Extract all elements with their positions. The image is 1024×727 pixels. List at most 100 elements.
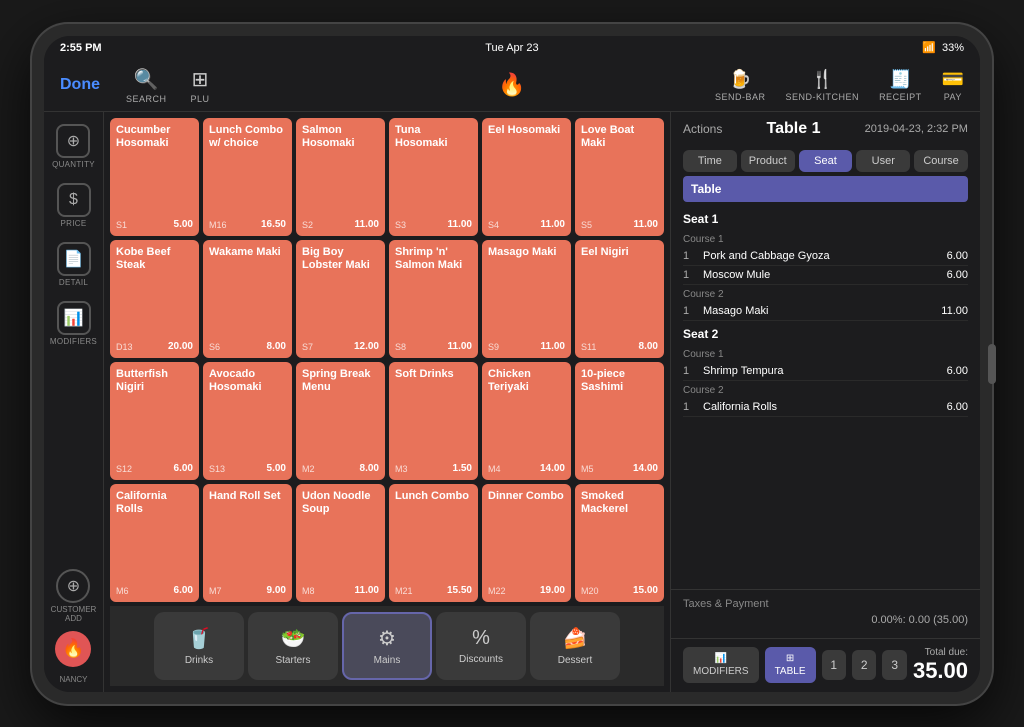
status-icons: 📶 33% xyxy=(922,41,964,54)
menu-item[interactable]: Love Boat Maki S5 11.00 xyxy=(575,118,664,236)
menu-item-sku: S2 xyxy=(302,220,313,230)
menu-item[interactable]: Soft Drinks M3 1.50 xyxy=(389,362,478,480)
category-label: Drinks xyxy=(185,655,213,666)
nancy-avatar[interactable]: 🔥 xyxy=(55,631,91,667)
price-button[interactable]: $ PRICE xyxy=(53,179,95,232)
menu-item[interactable]: Wakame Maki S6 8.00 xyxy=(203,240,292,358)
brand-logo: 🔥 xyxy=(498,72,525,98)
sidebar-bottom: ⊕ CUSTOMERADD 🔥 NANCY xyxy=(51,569,97,684)
menu-item-price: 5.00 xyxy=(174,219,193,230)
menu-item-name: Smoked Mackerel xyxy=(581,490,658,516)
detail-button[interactable]: 📄 DETAIL xyxy=(53,238,95,291)
order-item-qty: 1 xyxy=(683,365,703,377)
home-button[interactable] xyxy=(988,344,996,384)
menu-item[interactable]: Avocado Hosomaki S13 5.00 xyxy=(203,362,292,480)
menu-item[interactable]: Tuna Hosomaki S3 11.00 xyxy=(389,118,478,236)
menu-item-price: 15.50 xyxy=(447,585,472,596)
send-bar-button[interactable]: 🍺 SEND-BAR xyxy=(715,69,766,102)
menu-item[interactable]: Shrimp 'n' Salmon Maki S8 11.00 xyxy=(389,240,478,358)
menu-grid: Cucumber Hosomaki S1 5.00 Lunch Combo w/… xyxy=(110,118,664,602)
menu-item[interactable]: 10-piece Sashimi M5 14.00 xyxy=(575,362,664,480)
taxes-label: Taxes & Payment xyxy=(683,598,968,610)
search-button[interactable]: 🔍 SEARCH xyxy=(126,67,167,104)
menu-item[interactable]: Salmon Hosomaki S2 11.00 xyxy=(296,118,385,236)
menu-item-name: Love Boat Maki xyxy=(581,124,658,150)
category-starters-button[interactable]: 🥗 Starters xyxy=(248,612,338,680)
menu-item[interactable]: Spring Break Menu M2 8.00 xyxy=(296,362,385,480)
menu-item-price: 9.00 xyxy=(267,585,286,596)
menu-item-name: Eel Hosomaki xyxy=(488,124,565,137)
menu-item[interactable]: Masago Maki S9 11.00 xyxy=(482,240,571,358)
customer-add-button[interactable]: ⊕ CUSTOMERADD xyxy=(51,569,97,623)
pay-button[interactable]: 💳 PAY xyxy=(942,69,964,102)
menu-item[interactable]: Lunch Combo M21 15.50 xyxy=(389,484,478,602)
menu-item-name: Cucumber Hosomaki xyxy=(116,124,193,150)
menu-item-price: 11.00 xyxy=(448,341,472,352)
menu-item[interactable]: Eel Nigiri S11 8.00 xyxy=(575,240,664,358)
order-item-name: Moscow Mule xyxy=(703,269,947,281)
order-item-row[interactable]: 1 Shrimp Tempura 6.00 xyxy=(683,362,968,381)
menu-item-price: 14.00 xyxy=(540,463,565,474)
menu-item-sku: M5 xyxy=(581,464,594,474)
order-item-row[interactable]: 1 Moscow Mule 6.00 xyxy=(683,266,968,285)
menu-item-sku: M8 xyxy=(302,586,315,596)
menu-item[interactable]: Smoked Mackerel M20 15.00 xyxy=(575,484,664,602)
course-label: Course 1 xyxy=(683,349,968,360)
seat-header: Seat 1 xyxy=(683,206,968,230)
menu-item[interactable]: Chicken Teriyaki M4 14.00 xyxy=(482,362,571,480)
tab-course[interactable]: Course xyxy=(914,150,968,172)
menu-item[interactable]: Eel Hosomaki S4 11.00 xyxy=(482,118,571,236)
receipt-button[interactable]: 🧾 RECEIPT xyxy=(879,69,922,102)
seat-1-button[interactable]: 1 xyxy=(822,650,846,680)
order-item-name: Masago Maki xyxy=(703,305,941,317)
order-item-row[interactable]: 1 Pork and Cabbage Gyoza 6.00 xyxy=(683,247,968,266)
category-dessert-button[interactable]: 🍰 Dessert xyxy=(530,612,620,680)
send-kitchen-button[interactable]: 🍴 SEND-KITCHEN xyxy=(786,69,860,102)
menu-item[interactable]: California Rolls M6 6.00 xyxy=(110,484,199,602)
menu-item[interactable]: Kobe Beef Steak D13 20.00 xyxy=(110,240,199,358)
menu-item[interactable]: Butterfish Nigiri S12 6.00 xyxy=(110,362,199,480)
menu-item-sku: S8 xyxy=(395,342,406,352)
category-label: Discounts xyxy=(459,654,503,665)
menu-item-name: Chicken Teriyaki xyxy=(488,368,565,394)
menu-item[interactable]: Lunch Combo w/ choice M16 16.50 xyxy=(203,118,292,236)
menu-item-price: 11.00 xyxy=(448,219,472,230)
right-bottom: 📊 MODIFIERS ⊞ TABLE 1 2 3 Total due: 35.… xyxy=(671,638,980,692)
modifiers-rb-button[interactable]: 📊 MODIFIERS xyxy=(683,647,759,683)
menu-item-name: Udon Noodle Soup xyxy=(302,490,379,516)
menu-item[interactable]: Cucumber Hosomaki S1 5.00 xyxy=(110,118,199,236)
receipt-icon: 🧾 xyxy=(889,69,911,90)
seat-3-button[interactable]: 3 xyxy=(882,650,906,680)
menu-item-price: 6.00 xyxy=(174,585,193,596)
order-item-row[interactable]: 1 Masago Maki 11.00 xyxy=(683,302,968,321)
category-discounts-button[interactable]: % Discounts xyxy=(436,612,526,680)
tab-time[interactable]: Time xyxy=(683,150,737,172)
status-date: Tue Apr 23 xyxy=(485,42,538,54)
category-mains-button[interactable]: ⚙ Mains xyxy=(342,612,432,680)
menu-item[interactable]: Udon Noodle Soup M8 11.00 xyxy=(296,484,385,602)
total-due-label: Total due: xyxy=(913,647,968,658)
quantity-button[interactable]: ⊕ QUANTITY xyxy=(48,120,99,173)
table-rb-button[interactable]: ⊞ TABLE xyxy=(765,647,816,683)
menu-item[interactable]: Dinner Combo M22 19.00 xyxy=(482,484,571,602)
order-item-row[interactable]: 1 California Rolls 6.00 xyxy=(683,398,968,417)
category-drinks-button[interactable]: 🥤 Drinks xyxy=(154,612,244,680)
menu-item-name: Kobe Beef Steak xyxy=(116,246,193,272)
menu-item-sku: M3 xyxy=(395,464,408,474)
seat-2-button[interactable]: 2 xyxy=(852,650,876,680)
menu-item[interactable]: Big Boy Lobster Maki S7 12.00 xyxy=(296,240,385,358)
order-item-price: 6.00 xyxy=(947,401,968,413)
tab-seat[interactable]: Seat xyxy=(799,150,853,172)
menu-item[interactable]: Hand Roll Set M7 9.00 xyxy=(203,484,292,602)
top-right-actions: 🍺 SEND-BAR 🍴 SEND-KITCHEN 🧾 RECEIPT 💳 PA… xyxy=(715,69,964,102)
tab-user[interactable]: User xyxy=(856,150,910,172)
modifiers-button[interactable]: 📊 MODIFIERS xyxy=(46,297,101,350)
tab-product[interactable]: Product xyxy=(741,150,795,172)
menu-item-sku: M7 xyxy=(209,586,222,596)
menu-item-sku: M6 xyxy=(116,586,129,596)
battery-icon: 33% xyxy=(942,42,964,54)
total-amount: 35.00 xyxy=(913,658,968,684)
plu-button[interactable]: ⊞ PLU xyxy=(191,67,210,104)
done-button[interactable]: Done xyxy=(60,76,110,94)
menu-item-price: 8.00 xyxy=(360,463,379,474)
